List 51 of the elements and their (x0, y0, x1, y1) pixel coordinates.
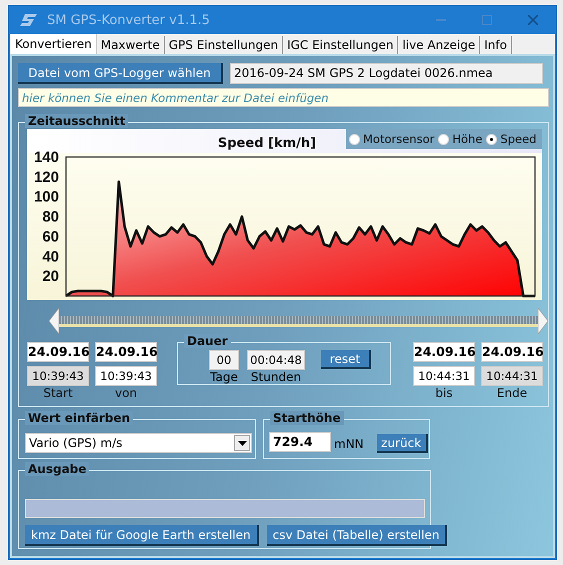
radio-button[interactable] (349, 134, 360, 144)
left-handle-icon[interactable] (49, 308, 59, 334)
tick-label: 80 (42, 208, 59, 226)
export-button[interactable]: kmz Datei für Google Earth erstellen (25, 525, 259, 546)
back-button[interactable]: zurück (376, 434, 428, 453)
radio-label: Speed (500, 132, 536, 146)
tab[interactable]: Konvertieren (11, 34, 97, 54)
comment-field[interactable]: hier können Sie einen Kommentar zur Datei einfügen (18, 88, 549, 107)
radio-label: Motorsensor (363, 132, 434, 146)
radio-label: Höhe (452, 132, 482, 146)
tick-label: 60 (42, 228, 59, 246)
logo-icon (19, 13, 39, 27)
file-field[interactable]: 2016-09-24 SM GPS 2 Logdatei 0026.nmea (230, 63, 543, 84)
date-field: 24.09.16 (481, 342, 543, 362)
window-title: SM GPS-Konverter v1.1.5 (47, 12, 210, 28)
color-value-dropdown[interactable]: Vario (GPS) m/s (25, 433, 252, 453)
altitude-field[interactable]: 729.4 (269, 432, 331, 452)
export-button[interactable]: csv Datei (Tabelle) erstellen (266, 525, 448, 546)
group-title: Ausgabe (25, 462, 90, 476)
days-field: 00 (209, 350, 239, 370)
field-label: Ende (496, 386, 528, 400)
field-label: von (114, 386, 138, 400)
tick-label: 20 (42, 268, 59, 286)
time-field: 10:39:43 (27, 366, 89, 386)
chart-title: Speed [km/h] (218, 136, 316, 151)
choose-file-button[interactable]: Datei vom GPS-Logger wählen (18, 63, 223, 84)
group-title: Dauer (184, 334, 231, 348)
tick-label: 100 (34, 188, 59, 206)
field-label: Tage (210, 370, 238, 384)
right-handle-icon[interactable] (538, 308, 548, 334)
unit-label: mNN (334, 437, 364, 451)
date-field: 24.09.16 (27, 342, 89, 362)
time-field[interactable]: 10:44:31 (413, 366, 475, 386)
group-title: Zeitausschnitt (25, 114, 128, 128)
tick-label: 120 (34, 168, 59, 186)
field-label: Stunden (250, 370, 302, 384)
date-field[interactable]: 24.09.16 (413, 342, 475, 362)
time-field: 10:44:31 (481, 366, 543, 386)
close-icon[interactable] (528, 15, 538, 25)
group-title: Starthöhe (270, 411, 344, 425)
radio-button[interactable] (486, 134, 498, 144)
field-label: bis (435, 386, 453, 400)
tick-label: 140 (34, 149, 59, 166)
radio-button[interactable] (438, 134, 450, 144)
time-field[interactable]: 10:39:43 (95, 366, 157, 386)
field-label: Start (43, 386, 73, 400)
group-title: Wert einfärben (25, 411, 134, 425)
tick-label: 40 (42, 248, 59, 266)
date-field[interactable]: 24.09.16 (95, 342, 157, 362)
reset-button[interactable]: reset (321, 350, 371, 369)
hours-field: 00:04:48 (247, 350, 305, 370)
